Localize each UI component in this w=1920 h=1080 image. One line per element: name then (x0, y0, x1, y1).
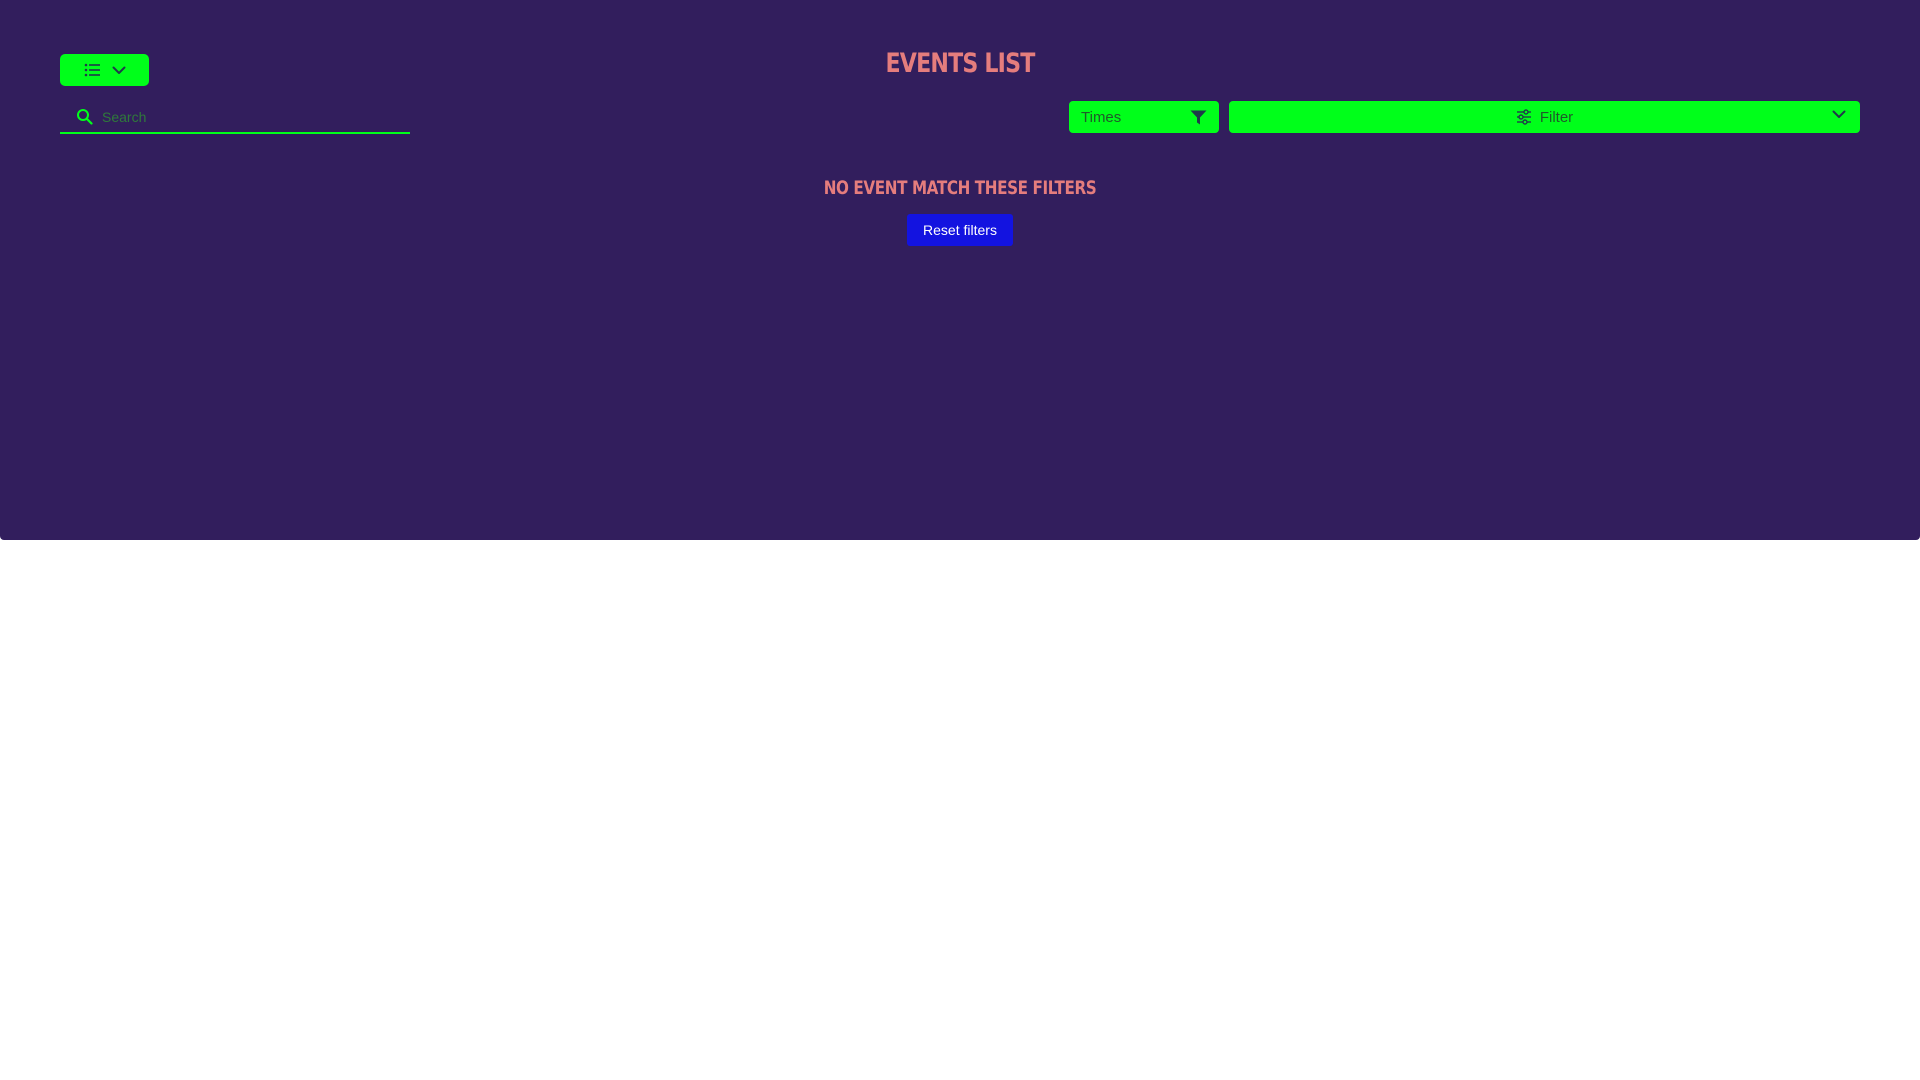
filter-dropdown[interactable]: Filter (1229, 101, 1860, 133)
search-field (60, 102, 410, 134)
page-title: Events list (885, 48, 1035, 79)
times-filter-button[interactable]: Times (1069, 101, 1219, 133)
filter-label: Filter (1539, 108, 1574, 126)
reset-filters-button[interactable]: Reset filters (907, 214, 1013, 246)
search-input[interactable] (100, 102, 404, 132)
chevron-down-icon (112, 66, 126, 75)
filter-dropdown-content: Filter (1229, 101, 1860, 133)
sliders-icon (1516, 109, 1532, 125)
chevron-down-icon (1832, 110, 1846, 119)
view-mode-dropdown[interactable] (60, 54, 149, 86)
times-filter-label: Times (1081, 108, 1122, 126)
events-panel: Events list Times Filter (0, 0, 1920, 540)
search-icon (76, 108, 93, 125)
list-icon (84, 63, 100, 77)
empty-state-message: No event match these filters (823, 177, 1097, 199)
funnel-icon (1190, 110, 1207, 125)
